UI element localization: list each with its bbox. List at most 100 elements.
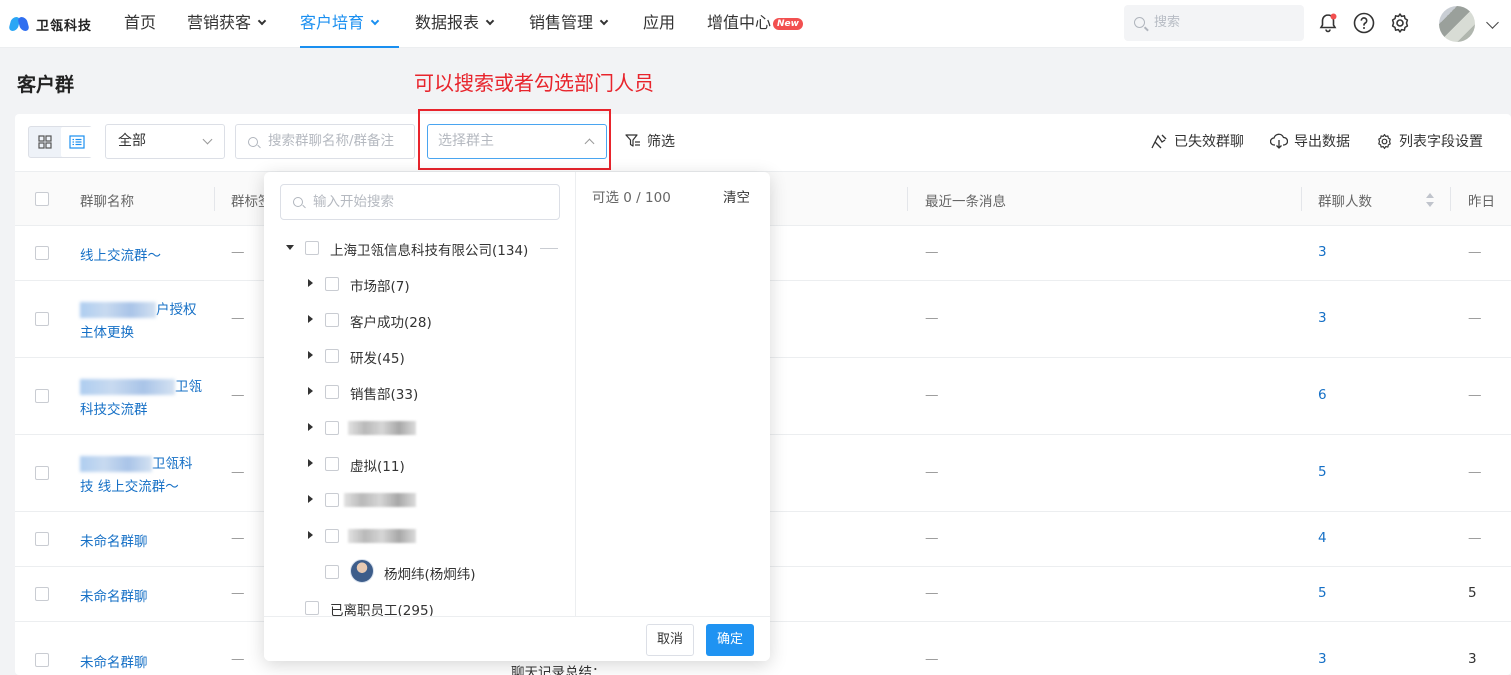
yesterday-value: —	[1468, 310, 1482, 326]
row-checkbox[interactable]	[35, 532, 49, 546]
department-search-input[interactable]: 输入开始搜索	[280, 184, 560, 220]
caret-right-icon[interactable]	[308, 495, 313, 503]
chevron-down-icon[interactable]	[1486, 16, 1499, 29]
export-data-button[interactable]: 导出数据	[1270, 131, 1350, 151]
cancel-button[interactable]: 取消	[646, 624, 694, 656]
confirm-button[interactable]: 确定	[706, 624, 754, 656]
row-checkbox[interactable]	[35, 653, 49, 667]
member-count[interactable]: 3	[1318, 651, 1327, 667]
row-checkbox[interactable]	[35, 389, 49, 403]
caret-right-icon[interactable]	[308, 315, 313, 323]
redacted-text	[80, 302, 156, 318]
bell-icon[interactable]	[1317, 12, 1339, 34]
tree-checkbox[interactable]	[325, 277, 339, 291]
member-count[interactable]: 4	[1318, 530, 1327, 546]
member-count[interactable]: 3	[1318, 244, 1327, 260]
row-checkbox[interactable]	[35, 587, 49, 601]
nav-reports[interactable]: 数据报表	[415, 0, 495, 48]
search-icon	[248, 137, 258, 147]
nav-marketing[interactable]: 营销获客	[187, 0, 267, 48]
nav-sales[interactable]: 销售管理	[529, 0, 609, 48]
scope-select[interactable]: 全部	[105, 124, 225, 159]
caret-right-icon[interactable]	[308, 531, 313, 539]
tree-checkbox[interactable]	[325, 493, 339, 507]
grid-view-button[interactable]	[29, 127, 61, 157]
caret-down-icon[interactable]	[286, 245, 294, 250]
group-name-link[interactable]: 卫瓴科	[80, 452, 193, 472]
tree-checkbox[interactable]	[325, 529, 339, 543]
cloud-download-icon	[1270, 133, 1288, 149]
group-name-link[interactable]: 未命名群聊	[80, 585, 148, 605]
tree-checkbox[interactable]	[325, 349, 339, 363]
caret-right-icon[interactable]	[308, 423, 313, 431]
tree-node-department[interactable]	[264, 418, 575, 438]
department-tree: 输入开始搜索 上海卫瓴信息科技有限公司(134) 市场部(7) 客户成功(28)…	[264, 172, 576, 616]
tree-node-department[interactable]: 虚拟(11)	[264, 454, 575, 475]
nav-home[interactable]: 首页	[124, 0, 156, 48]
caret-right-icon[interactable]	[308, 459, 313, 467]
sort-icon[interactable]	[1425, 193, 1435, 207]
list-view-button[interactable]	[61, 127, 93, 157]
header-member-count[interactable]: 群聊人数	[1318, 190, 1372, 210]
user-avatar[interactable]	[1439, 6, 1475, 42]
caret-right-icon[interactable]	[308, 279, 313, 287]
nav-apps[interactable]: 应用	[643, 0, 675, 48]
caret-right-icon[interactable]	[308, 387, 313, 395]
group-name-link[interactable]: 未命名群聊	[80, 530, 148, 550]
tree-checkbox[interactable]	[325, 385, 339, 399]
tree-checkbox[interactable]	[305, 241, 319, 255]
global-search-input[interactable]: 搜索	[1124, 5, 1304, 41]
tree-node-person[interactable]: 杨炯纬(杨炯纬)	[264, 559, 575, 583]
tree-node-label: 杨炯纬(杨炯纬)	[384, 567, 476, 583]
group-name-link-line2[interactable]: 科技交流群	[80, 398, 148, 418]
invalid-groups-button[interactable]: 已失效群聊	[1150, 131, 1244, 151]
column-settings-button[interactable]: 列表字段设置	[1376, 131, 1483, 151]
column-divider	[1450, 187, 1451, 211]
last-message: —	[925, 310, 939, 326]
group-name-link[interactable]: 未命名群聊	[80, 651, 148, 671]
tree-node-company[interactable]: 上海卫瓴信息科技有限公司(134)	[264, 238, 575, 259]
tree-node-department[interactable]: 研发(45)	[264, 346, 575, 367]
tree-node-label: 上海卫瓴信息科技有限公司(134)	[330, 243, 529, 259]
group-search-input[interactable]: 搜索群聊名称/群备注	[235, 124, 415, 159]
group-name-link[interactable]: 户授权	[80, 298, 197, 318]
row-checkbox[interactable]	[35, 246, 49, 260]
group-name-link[interactable]: 线上交流群～	[80, 244, 161, 264]
group-name-link-line2[interactable]: 主体更换	[80, 321, 134, 341]
nav-value-center[interactable]: 增值中心 New	[707, 0, 803, 48]
last-message: —	[925, 387, 939, 403]
tree-checkbox[interactable]	[305, 601, 319, 615]
settings-gear-icon[interactable]	[1389, 12, 1411, 34]
group-name-link[interactable]: 卫瓴	[80, 375, 202, 395]
tree-node-department[interactable]: 市场部(7)	[264, 274, 575, 295]
tree-node-department[interactable]	[264, 490, 575, 510]
search-icon	[1134, 17, 1145, 28]
tree-node-department[interactable]	[264, 526, 575, 546]
tree-node-department[interactable]: 客户成功(28)	[264, 310, 575, 331]
filter-button[interactable]: 筛选	[625, 131, 675, 151]
member-count[interactable]: 5	[1318, 585, 1327, 601]
clear-button[interactable]: 清空	[723, 186, 750, 206]
yesterday-value: 3	[1468, 651, 1477, 667]
row-checkbox[interactable]	[35, 312, 49, 326]
caret-right-icon[interactable]	[308, 351, 313, 359]
tree-checkbox[interactable]	[325, 457, 339, 471]
tree-checkbox[interactable]	[325, 421, 339, 435]
select-all-checkbox[interactable]	[35, 192, 49, 206]
tree-node-department[interactable]: 销售部(33)	[264, 382, 575, 403]
member-count[interactable]: 3	[1318, 310, 1327, 326]
tree-node-department[interactable]: 已离职员工(295)	[264, 598, 575, 616]
member-count[interactable]: 5	[1318, 464, 1327, 480]
tree-checkbox[interactable]	[325, 565, 339, 579]
member-count[interactable]: 6	[1318, 387, 1327, 403]
row-checkbox[interactable]	[35, 466, 49, 480]
tree-node-label: 销售部(33)	[350, 387, 419, 403]
brand-logo[interactable]: 卫瓴科技	[8, 14, 92, 34]
nav-nurture[interactable]: 客户培育	[300, 0, 399, 48]
redacted-text	[80, 456, 152, 472]
help-icon[interactable]	[1353, 12, 1375, 34]
group-name-link-line2[interactable]: 技 线上交流群～	[80, 475, 179, 495]
group-tag: —	[231, 651, 245, 667]
group-search-placeholder: 搜索群聊名称/群备注	[268, 133, 395, 149]
tree-checkbox[interactable]	[325, 313, 339, 327]
